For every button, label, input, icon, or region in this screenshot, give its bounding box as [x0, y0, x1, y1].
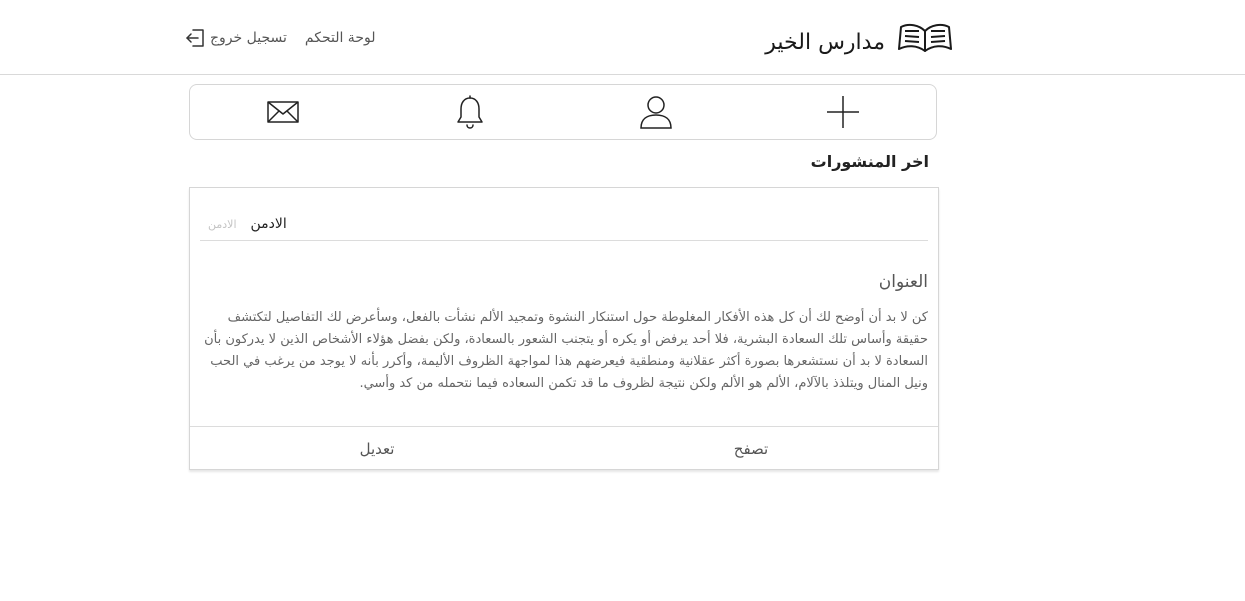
post-card: الادمن الادمن العنوان كن لا بد أن أوضح ل…: [189, 187, 939, 470]
post-actions: تعديل تصفح: [190, 426, 938, 471]
top-header: مدارس الخير تسجيل خروج لوحة التحكم: [0, 0, 1245, 75]
dashboard-link[interactable]: لوحة التحكم: [305, 30, 376, 46]
profile-button[interactable]: [563, 85, 750, 139]
logout-label: تسجيل خروج: [210, 30, 287, 46]
bell-icon: [457, 95, 483, 129]
sign-out-icon: [186, 29, 204, 47]
top-nav: تسجيل خروج لوحة التحكم: [184, 26, 375, 50]
envelope-icon: [267, 101, 299, 123]
author-role: الادمن: [208, 217, 237, 231]
user-icon: [640, 96, 673, 129]
post-author-row: الادمن الادمن: [200, 208, 928, 241]
browse-button[interactable]: تصفح: [564, 427, 938, 471]
brand-name: مدارس الخير: [765, 29, 885, 55]
post-body: كن لا بد أن أوضح لك أن كل هذه الأفكار ال…: [204, 310, 928, 391]
notifications-button[interactable]: [377, 85, 564, 139]
action-icon-bar: [189, 84, 937, 140]
add-post-button[interactable]: [750, 85, 937, 139]
edit-button[interactable]: تعديل: [190, 427, 564, 471]
latest-posts-title: اخر المنشورات: [810, 152, 929, 171]
logout-link[interactable]: تسجيل خروج: [184, 27, 287, 49]
messages-button[interactable]: [190, 85, 377, 139]
plus-icon: [826, 96, 859, 128]
author-name: الادمن: [250, 216, 287, 232]
brand[interactable]: مدارس الخير: [760, 14, 955, 60]
open-book-icon: [898, 23, 952, 52]
post-title: العنوان: [878, 272, 928, 292]
